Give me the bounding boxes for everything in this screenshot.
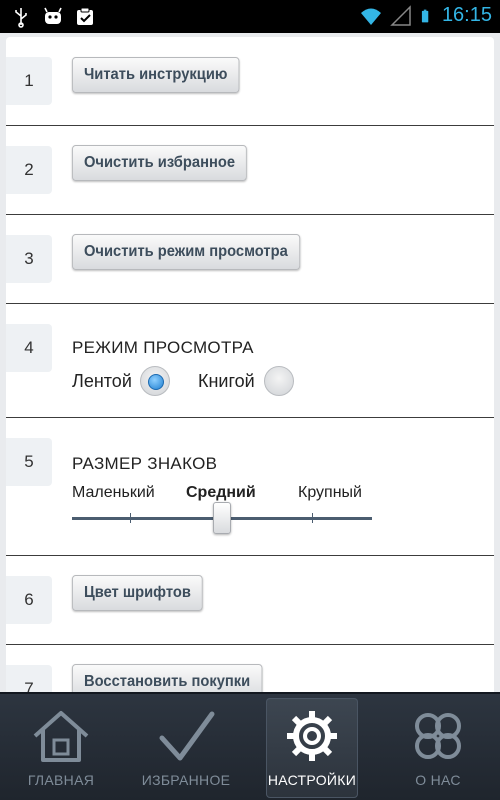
row-number: 1 [6,57,52,105]
view-mode-radio-book[interactable] [264,366,294,396]
font-size-medium-label: Средний [186,484,256,501]
view-mode-radio-feed[interactable] [140,366,170,396]
row-number: 4 [6,324,52,372]
tab-about-label: О НАС [415,772,461,788]
tab-about[interactable]: О НАС [392,698,484,798]
read-instructions-button[interactable]: Читать инструкцию [72,57,240,93]
bottom-tab-bar: ГЛАВНАЯ ИЗБРАННОЕ НАСТРОЙКИ О НАС [0,692,500,800]
battery-icon [421,9,429,22]
clear-favorites-button[interactable]: Очистить избранное [72,145,247,181]
settings-row-1: 1 Читать инструкцию [6,37,494,126]
font-size-title: РАЗМЕР ЗНАКОВ [72,454,218,473]
signal-icon [390,4,411,26]
tab-settings[interactable]: НАСТРОЙКИ [266,698,358,798]
row-number: 3 [6,235,52,283]
clover-icon [415,713,461,759]
font-size-large-label: Крупный [298,484,362,501]
font-size-small-label: Маленький [72,484,155,501]
tab-favorites[interactable]: ИЗБРАННОЕ [140,698,232,798]
row-number: 5 [6,438,52,486]
tab-home-label: ГЛАВНАЯ [27,772,95,788]
gear-icon [287,711,337,761]
android-debug-icon [44,7,62,24]
row-number: 6 [6,576,52,624]
settings-row-7: 7 Восстановить покупки [6,645,494,697]
font-size-slider-thumb[interactable] [213,502,231,534]
settings-row-2: 2 Очистить избранное [6,126,494,215]
home-icon [33,711,89,762]
settings-row-6: 6 Цвет шрифтов [6,556,494,645]
view-mode-option-feed-label[interactable]: Лентой [72,371,132,392]
clear-view-mode-button[interactable]: Очистить режим просмотра [72,234,300,270]
tab-favorites-label: ИЗБРАННОЕ [141,772,231,788]
status-bar: 16:15 [0,0,500,33]
view-mode-option-book-label[interactable]: Книгой [198,371,255,392]
view-mode-title: РЕЖИМ ПРОСМОТРА [72,338,254,357]
checkmark-icon [159,711,215,761]
wifi-icon [360,8,381,25]
settings-list: 1 Читать инструкцию 2 Очистить избранное… [6,37,494,697]
slider-tick-small [130,513,131,523]
tab-home[interactable]: ГЛАВНАЯ [15,698,107,798]
slider-tick-large [312,513,313,523]
clipboard-check-icon [77,7,93,25]
tab-settings-label: НАСТРОЙКИ [267,772,357,788]
status-time: 16:15 [441,4,492,26]
row-number: 2 [6,146,52,194]
usb-icon [15,8,27,28]
font-color-button[interactable]: Цвет шрифтов [72,575,203,611]
settings-row-4: 4 РЕЖИМ ПРОСМОТРА Лентой Книгой [6,304,494,418]
settings-row-3: 3 Очистить режим просмотра [6,215,494,304]
